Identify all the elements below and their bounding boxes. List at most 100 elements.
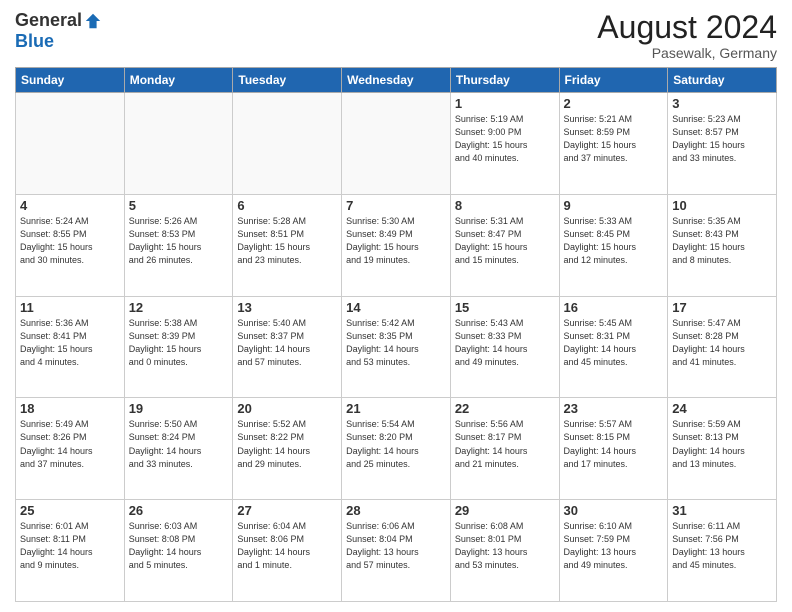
day-info: Sunrise: 6:01 AM Sunset: 8:11 PM Dayligh…	[20, 520, 120, 572]
calendar-cell: 27Sunrise: 6:04 AM Sunset: 8:06 PM Dayli…	[233, 500, 342, 602]
day-number: 10	[672, 198, 772, 213]
calendar-cell: 31 Sunrise: 6:11 AM Sunset: 7:56 PM Dayli…	[668, 500, 777, 602]
day-info: Sunrise: 5:21 AM Sunset: 8:59 PM Dayligh…	[564, 113, 664, 165]
day-info: Sunrise: 6:10 AM Sunset: 7:59 PM Dayligh…	[564, 520, 664, 572]
calendar-cell: 11 Sunrise: 5:36 AM Sunset: 8:41 PM Dayli…	[16, 296, 125, 398]
day-info: Sunrise: 5:42 AM Sunset: 8:35 PM Dayligh…	[346, 317, 446, 369]
weekday-sunday: Sunday	[16, 68, 125, 93]
weekday-wednesday: Wednesday	[342, 68, 451, 93]
day-number: 15	[455, 300, 555, 315]
calendar-cell: 4 Sunrise: 5:24 AM Sunset: 8:55 PM Daylig…	[16, 194, 125, 296]
day-info: Sunrise: 5:33 AM Sunset: 8:45 PM Dayligh…	[564, 215, 664, 267]
day-number: 13	[237, 300, 337, 315]
calendar-cell: 22Sunrise: 5:56 AM Sunset: 8:17 PM Dayli…	[450, 398, 559, 500]
day-number: 2	[564, 96, 664, 111]
day-info: Sunrise: 5:40 AM Sunset: 8:37 PM Dayligh…	[237, 317, 337, 369]
day-number: 11	[20, 300, 120, 315]
day-info: Sunrise: 5:54 AM Sunset: 8:20 PM Dayligh…	[346, 418, 446, 470]
calendar-cell: 13 Sunrise: 5:40 AM Sunset: 8:37 PM Dayli…	[233, 296, 342, 398]
day-info: Sunrise: 5:57 AM Sunset: 8:15 PM Dayligh…	[564, 418, 664, 470]
day-number: 5	[129, 198, 229, 213]
week-row-3: 11 Sunrise: 5:36 AM Sunset: 8:41 PM Dayli…	[16, 296, 777, 398]
calendar-cell: 23 Sunrise: 5:57 AM Sunset: 8:15 PM Dayli…	[559, 398, 668, 500]
day-info: Sunrise: 5:23 AM Sunset: 8:57 PM Dayligh…	[672, 113, 772, 165]
day-number: 20	[237, 401, 337, 416]
calendar-cell: 9 Sunrise: 5:33 AM Sunset: 8:45 PM Daylig…	[559, 194, 668, 296]
day-number: 1	[455, 96, 555, 111]
day-info: Sunrise: 6:11 AM Sunset: 7:56 PM Dayligh…	[672, 520, 772, 572]
day-info: Sunrise: 5:28 AM Sunset: 8:51 PM Dayligh…	[237, 215, 337, 267]
logo-icon	[84, 12, 102, 30]
calendar-cell: 17Sunrise: 5:47 AM Sunset: 8:28 PM Dayli…	[668, 296, 777, 398]
weekday-thursday: Thursday	[450, 68, 559, 93]
day-number: 16	[564, 300, 664, 315]
calendar-cell: 20 Sunrise: 5:52 AM Sunset: 8:22 PM Dayli…	[233, 398, 342, 500]
calendar-cell: 12 Sunrise: 5:38 AM Sunset: 8:39 PM Dayli…	[124, 296, 233, 398]
day-number: 19	[129, 401, 229, 416]
calendar-cell: 30Sunrise: 6:10 AM Sunset: 7:59 PM Dayli…	[559, 500, 668, 602]
day-number: 27	[237, 503, 337, 518]
day-info: Sunrise: 5:36 AM Sunset: 8:41 PM Dayligh…	[20, 317, 120, 369]
day-info: Sunrise: 5:30 AM Sunset: 8:49 PM Dayligh…	[346, 215, 446, 267]
week-row-5: 25 Sunrise: 6:01 AM Sunset: 8:11 PM Dayli…	[16, 500, 777, 602]
calendar-cell	[124, 93, 233, 195]
day-info: Sunrise: 5:47 AM Sunset: 8:28 PM Dayligh…	[672, 317, 772, 369]
day-info: Sunrise: 5:45 AM Sunset: 8:31 PM Dayligh…	[564, 317, 664, 369]
calendar-cell: 28 Sunrise: 6:06 AM Sunset: 8:04 PM Dayli…	[342, 500, 451, 602]
day-number: 7	[346, 198, 446, 213]
logo: General Blue	[15, 10, 102, 52]
day-number: 12	[129, 300, 229, 315]
calendar-cell: 18 Sunrise: 5:49 AM Sunset: 8:26 PM Dayli…	[16, 398, 125, 500]
calendar-cell: 24Sunrise: 5:59 AM Sunset: 8:13 PM Dayli…	[668, 398, 777, 500]
calendar-cell: 16 Sunrise: 5:45 AM Sunset: 8:31 PM Dayli…	[559, 296, 668, 398]
calendar-cell	[233, 93, 342, 195]
day-info: Sunrise: 5:49 AM Sunset: 8:26 PM Dayligh…	[20, 418, 120, 470]
calendar-cell: 29 Sunrise: 6:08 AM Sunset: 8:01 PM Dayli…	[450, 500, 559, 602]
calendar-cell	[342, 93, 451, 195]
main-title: August 2024	[597, 10, 777, 45]
day-info: Sunrise: 6:06 AM Sunset: 8:04 PM Dayligh…	[346, 520, 446, 572]
week-row-1: 1 Sunrise: 5:19 AM Sunset: 9:00 PM Daylig…	[16, 93, 777, 195]
calendar-cell: 14 Sunrise: 5:42 AM Sunset: 8:35 PM Dayli…	[342, 296, 451, 398]
calendar-cell: 5 Sunrise: 5:26 AM Sunset: 8:53 PM Daylig…	[124, 194, 233, 296]
calendar-cell: 25 Sunrise: 6:01 AM Sunset: 8:11 PM Dayli…	[16, 500, 125, 602]
week-row-2: 4 Sunrise: 5:24 AM Sunset: 8:55 PM Daylig…	[16, 194, 777, 296]
day-number: 21	[346, 401, 446, 416]
logo-blue-text: Blue	[15, 31, 54, 52]
day-info: Sunrise: 6:08 AM Sunset: 8:01 PM Dayligh…	[455, 520, 555, 572]
day-number: 6	[237, 198, 337, 213]
day-number: 14	[346, 300, 446, 315]
day-info: Sunrise: 5:50 AM Sunset: 8:24 PM Dayligh…	[129, 418, 229, 470]
title-block: August 2024 Pasewalk, Germany	[597, 10, 777, 61]
calendar-cell: 3Sunrise: 5:23 AM Sunset: 8:57 PM Daylig…	[668, 93, 777, 195]
calendar-cell: 6 Sunrise: 5:28 AM Sunset: 8:51 PM Daylig…	[233, 194, 342, 296]
day-info: Sunrise: 5:26 AM Sunset: 8:53 PM Dayligh…	[129, 215, 229, 267]
day-info: Sunrise: 5:24 AM Sunset: 8:55 PM Dayligh…	[20, 215, 120, 267]
calendar-cell	[16, 93, 125, 195]
calendar-cell: 19 Sunrise: 5:50 AM Sunset: 8:24 PM Dayli…	[124, 398, 233, 500]
calendar-cell: 1 Sunrise: 5:19 AM Sunset: 9:00 PM Daylig…	[450, 93, 559, 195]
calendar-cell: 8Sunrise: 5:31 AM Sunset: 8:47 PM Daylig…	[450, 194, 559, 296]
day-number: 18	[20, 401, 120, 416]
logo-general-text: General	[15, 10, 82, 31]
day-info: Sunrise: 5:31 AM Sunset: 8:47 PM Dayligh…	[455, 215, 555, 267]
header: General Blue August 2024 Pasewalk, Germa…	[15, 10, 777, 61]
week-row-4: 18 Sunrise: 5:49 AM Sunset: 8:26 PM Dayli…	[16, 398, 777, 500]
day-number: 9	[564, 198, 664, 213]
day-number: 22	[455, 401, 555, 416]
day-number: 4	[20, 198, 120, 213]
subtitle: Pasewalk, Germany	[597, 45, 777, 61]
day-info: Sunrise: 5:19 AM Sunset: 9:00 PM Dayligh…	[455, 113, 555, 165]
day-number: 23	[564, 401, 664, 416]
day-number: 28	[346, 503, 446, 518]
day-info: Sunrise: 5:35 AM Sunset: 8:43 PM Dayligh…	[672, 215, 772, 267]
day-info: Sunrise: 5:59 AM Sunset: 8:13 PM Dayligh…	[672, 418, 772, 470]
day-number: 31	[672, 503, 772, 518]
weekday-tuesday: Tuesday	[233, 68, 342, 93]
calendar-cell: 26Sunrise: 6:03 AM Sunset: 8:08 PM Dayli…	[124, 500, 233, 602]
day-number: 25	[20, 503, 120, 518]
day-info: Sunrise: 5:52 AM Sunset: 8:22 PM Dayligh…	[237, 418, 337, 470]
calendar-table: SundayMondayTuesdayWednesdayThursdayFrid…	[15, 67, 777, 602]
day-info: Sunrise: 5:38 AM Sunset: 8:39 PM Dayligh…	[129, 317, 229, 369]
day-number: 29	[455, 503, 555, 518]
